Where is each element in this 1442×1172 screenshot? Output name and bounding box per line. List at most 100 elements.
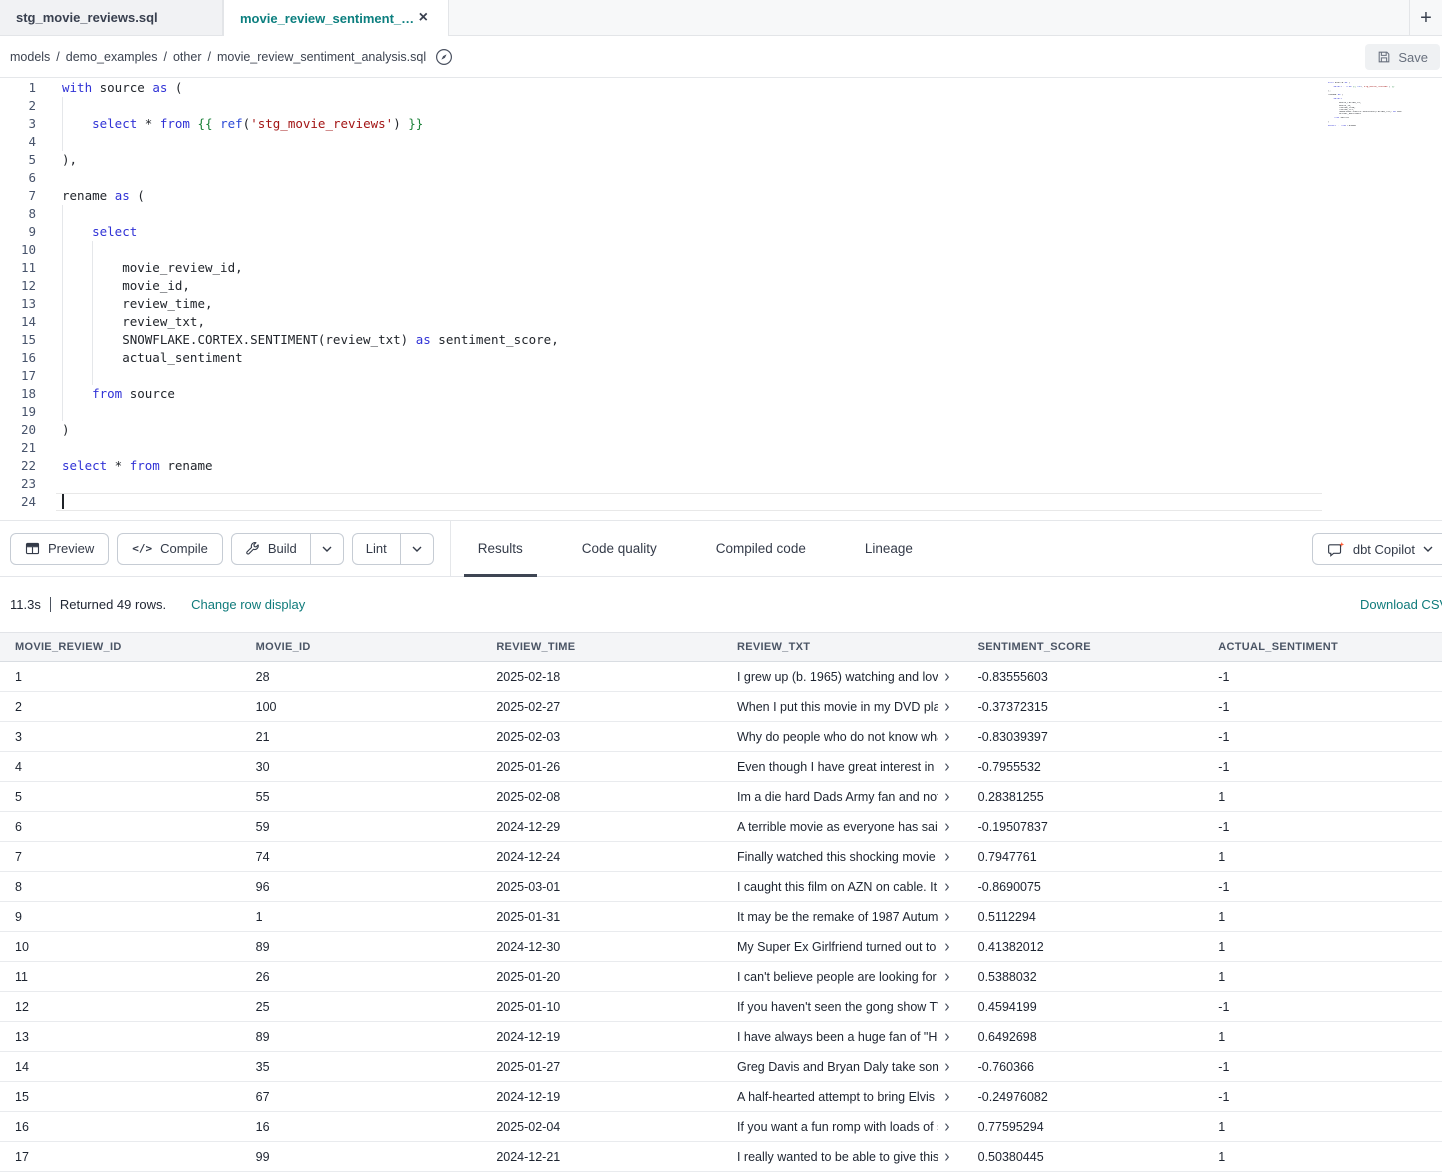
review-text: A terrible movie as everyone has said. …: [737, 820, 938, 834]
table-row: 5552025-02-08Im a die hard Dads Army fan…: [0, 782, 1442, 812]
review-text: I caught this film on AZN on cable. It s…: [737, 880, 938, 894]
expand-cell-icon[interactable]: ›: [944, 848, 949, 866]
expand-cell-icon[interactable]: ›: [944, 908, 949, 926]
code-line[interactable]: 9 select: [0, 223, 1442, 241]
lint-button[interactable]: Lint: [353, 534, 400, 564]
tab-results[interactable]: Results: [464, 521, 537, 576]
cell: 2024-12-19: [481, 1082, 722, 1112]
cell: 0.5388032: [963, 962, 1204, 992]
cell: 14: [0, 1052, 241, 1082]
cell: 59: [241, 812, 482, 842]
code-line[interactable]: 2: [0, 97, 1442, 115]
preview-button[interactable]: Preview: [10, 533, 109, 565]
breadcrumb-item[interactable]: demo_examples: [66, 50, 158, 64]
tab-code-quality[interactable]: Code quality: [568, 521, 671, 576]
expand-cell-icon[interactable]: ›: [944, 818, 949, 836]
code-line[interactable]: 13 review_time,: [0, 295, 1442, 313]
code-line[interactable]: 5),: [0, 151, 1442, 169]
code-line[interactable]: 6: [0, 169, 1442, 187]
save-button[interactable]: Save: [1365, 44, 1440, 70]
line-number: 4: [0, 133, 36, 151]
breadcrumb-item[interactable]: other: [173, 50, 202, 64]
breadcrumb-item[interactable]: movie_review_sentiment_analysis.sql: [217, 50, 426, 64]
code-line[interactable]: 19: [0, 403, 1442, 421]
dbt-copilot-button[interactable]: dbt Copilot: [1312, 533, 1442, 565]
cell: -0.24976082: [963, 1082, 1204, 1112]
code-line[interactable]: 18 from source: [0, 385, 1442, 403]
expand-cell-icon[interactable]: ›: [944, 938, 949, 956]
cell: 2: [0, 692, 241, 722]
code-line[interactable]: 22select * from rename: [0, 457, 1442, 475]
expand-cell-icon[interactable]: ›: [944, 788, 949, 806]
code-line[interactable]: 14 review_txt,: [0, 313, 1442, 331]
copilot-compass-icon[interactable]: [435, 48, 453, 66]
compile-button[interactable]: </> Compile: [117, 533, 223, 565]
cell: 1: [241, 902, 482, 932]
code-editor[interactable]: 1with source as (23 select * from {{ ref…: [0, 78, 1442, 520]
cell: 2025-02-27: [481, 692, 722, 722]
expand-cell-icon[interactable]: ›: [944, 1028, 949, 1046]
code-line[interactable]: 20): [0, 421, 1442, 439]
cell: 2025-02-08: [481, 782, 722, 812]
expand-cell-icon[interactable]: ›: [944, 1088, 949, 1106]
expand-cell-icon[interactable]: ›: [944, 728, 949, 746]
close-tab-icon[interactable]: ×: [415, 8, 432, 28]
code-line[interactable]: 17: [0, 367, 1442, 385]
cell: 74: [241, 842, 482, 872]
code-line[interactable]: 12 movie_id,: [0, 277, 1442, 295]
code-line[interactable]: 7rename as (: [0, 187, 1442, 205]
expand-cell-icon[interactable]: ›: [944, 878, 949, 896]
expand-cell-icon[interactable]: ›: [944, 1058, 949, 1076]
results-table: MOVIE_REVIEW_IDMOVIE_IDREVIEW_TIMEREVIEW…: [0, 632, 1442, 1172]
code-line[interactable]: 15 SNOWFLAKE.CORTEX.SENTIMENT(review_txt…: [0, 331, 1442, 349]
breadcrumb-item[interactable]: models: [10, 50, 50, 64]
code-line[interactable]: 3 select * from {{ ref('stg_movie_review…: [0, 115, 1442, 133]
code-line[interactable]: 23: [0, 475, 1442, 493]
download-csv-link[interactable]: Download CSV: [1360, 597, 1442, 612]
build-button[interactable]: Build: [232, 534, 310, 564]
review-txt-cell: If you haven't seen the gong show TV s…›: [722, 992, 963, 1022]
cell: -1: [1203, 872, 1442, 902]
line-number: 6: [0, 169, 36, 187]
text-cursor: [62, 494, 64, 509]
lint-dropdown-button[interactable]: [400, 534, 433, 564]
tab-stg-movie-reviews[interactable]: stg_movie_reviews.sql: [0, 0, 223, 35]
cell: 2025-01-10: [481, 992, 722, 1022]
query-stats: 11.3s Returned 49 rows.: [10, 597, 166, 612]
cell: -0.8690075: [963, 872, 1204, 902]
column-header-movie_review_id: MOVIE_REVIEW_ID: [0, 633, 241, 662]
expand-cell-icon[interactable]: ›: [944, 968, 949, 986]
code-line[interactable]: 10: [0, 241, 1442, 259]
expand-cell-icon[interactable]: ›: [944, 758, 949, 776]
code-line[interactable]: 4: [0, 133, 1442, 151]
change-row-display-link[interactable]: Change row display: [191, 597, 305, 612]
line-number: 15: [0, 331, 36, 349]
cell: 11: [0, 962, 241, 992]
minimap[interactable]: with source as ( select * from {{ ref('s…: [1328, 82, 1402, 131]
code-line[interactable]: 11 movie_review_id,: [0, 259, 1442, 277]
expand-cell-icon[interactable]: ›: [944, 1148, 949, 1166]
line-number: 1: [0, 79, 36, 97]
build-dropdown-button[interactable]: [310, 534, 343, 564]
code-line[interactable]: 16 actual_sentiment: [0, 349, 1442, 367]
code-line[interactable]: 1with source as (: [0, 79, 1442, 97]
line-number: 18: [0, 385, 36, 403]
tab-compiled-code[interactable]: Compiled code: [702, 521, 820, 576]
review-txt-cell: I caught this film on AZN on cable. It s…: [722, 872, 963, 902]
code-line[interactable]: 21: [0, 439, 1442, 457]
line-number: 10: [0, 241, 36, 259]
expand-cell-icon[interactable]: ›: [944, 998, 949, 1016]
code-line[interactable]: 24: [0, 493, 1442, 511]
review-txt-cell: Greg Davis and Bryan Daly take some …›: [722, 1052, 963, 1082]
new-tab-button[interactable]: +: [1420, 8, 1432, 28]
tab-lineage[interactable]: Lineage: [851, 521, 927, 576]
review-text: I really wanted to be able to give this …: [737, 1150, 938, 1164]
tab-movie-review-sentiment-analysis[interactable]: movie_review_sentiment_… ×: [223, 0, 449, 36]
cell: -1: [1203, 992, 1442, 1022]
line-number: 22: [0, 457, 36, 475]
expand-cell-icon[interactable]: ›: [944, 668, 949, 686]
expand-cell-icon[interactable]: ›: [944, 1118, 949, 1136]
code-line[interactable]: 8: [0, 205, 1442, 223]
review-txt-cell: When I put this movie in my DVD playe…›: [722, 692, 963, 722]
expand-cell-icon[interactable]: ›: [944, 698, 949, 716]
